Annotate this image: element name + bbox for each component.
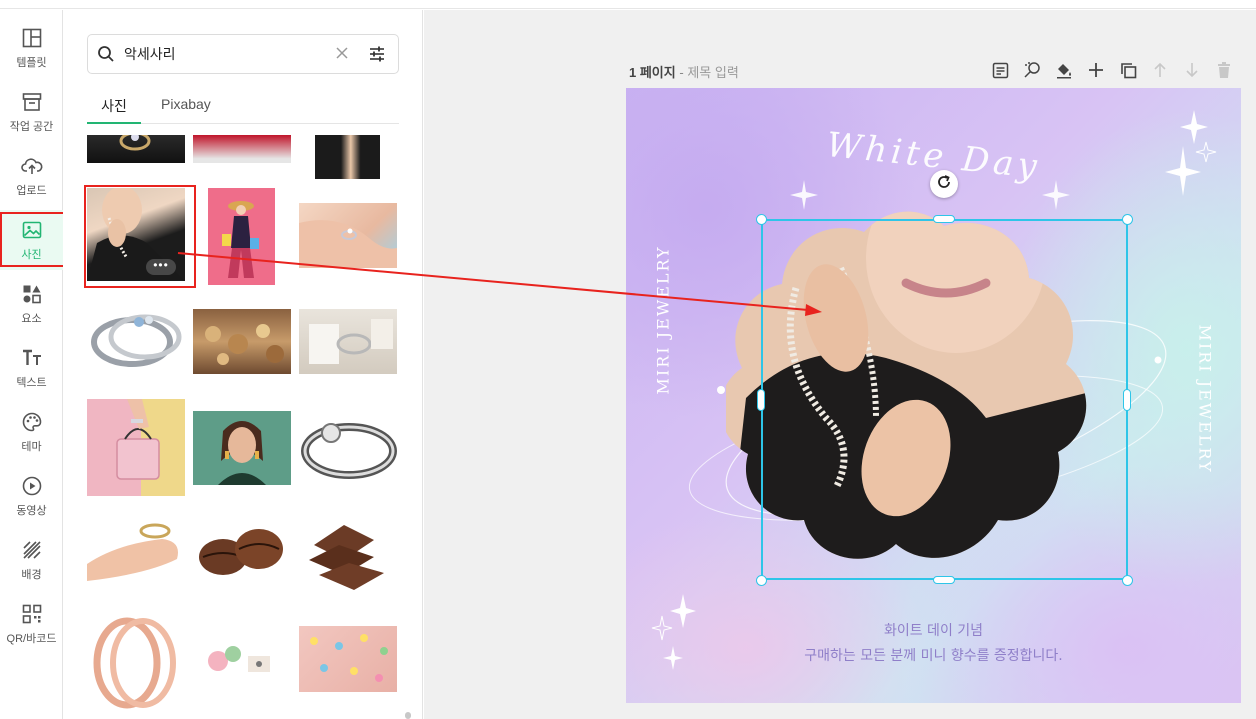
rail-item-video[interactable]: 동영상 — [0, 466, 63, 526]
photo-thumbnail[interactable] — [87, 302, 185, 380]
resize-handle-bottom-right[interactable] — [1122, 575, 1133, 586]
page-header: 1 페이지 - 제목 입력 — [629, 62, 739, 81]
search-bar — [87, 34, 399, 74]
resize-handle-top-left[interactable] — [756, 214, 767, 225]
rail-label: QR/바코드 — [6, 632, 57, 645]
rail-item-theme[interactable]: 테마 — [0, 402, 63, 462]
rail-label: 요소 — [21, 312, 42, 325]
rotate-handle[interactable] — [930, 170, 958, 198]
tab-photo[interactable]: 사진 — [87, 96, 141, 124]
rail-label: 작업 공간 — [9, 120, 54, 133]
duplicate-icon[interactable] — [1118, 60, 1138, 80]
photo-thumbnail[interactable] — [193, 626, 291, 692]
resize-handle-right[interactable] — [1123, 389, 1131, 411]
top-bar — [0, 0, 1256, 9]
rail-item-qr[interactable]: QR/바코드 — [0, 594, 63, 654]
photo-thumbnail[interactable] — [87, 519, 185, 584]
rail-label: 텍스트 — [16, 376, 47, 389]
photo-icon — [21, 219, 43, 241]
photo-thumbnail[interactable] — [87, 608, 185, 709]
resize-handle-top-right[interactable] — [1122, 214, 1133, 225]
workspace-icon — [21, 91, 43, 113]
page-title-separator: - — [679, 65, 684, 80]
photo-thumbnail[interactable] — [208, 188, 275, 285]
rotate-icon — [936, 174, 952, 195]
photo-thumbnail[interactable] — [193, 309, 291, 374]
palette-icon — [21, 411, 43, 433]
video-icon — [21, 475, 43, 497]
rail-label: 템플릿 — [16, 56, 47, 69]
rail-label: 동영상 — [16, 504, 47, 517]
move-up-icon[interactable] — [1150, 60, 1170, 80]
design-side-text-left[interactable]: MIRI JEWELRY — [654, 245, 673, 394]
style-picker-icon[interactable] — [1022, 60, 1042, 80]
template-icon — [21, 27, 43, 49]
photo-thumbnail[interactable] — [193, 519, 291, 584]
filter-icon[interactable] — [368, 45, 386, 68]
page-title-input[interactable]: 제목 입력 — [687, 65, 738, 80]
resize-handle-bottom[interactable] — [933, 576, 955, 584]
photo-thumbnail[interactable] — [87, 399, 185, 496]
tab-pixabay[interactable]: Pixabay — [161, 96, 211, 124]
qr-icon — [21, 603, 43, 625]
photo-thumbnail[interactable] — [193, 411, 291, 485]
text-icon — [21, 347, 43, 369]
photo-thumbnail[interactable] — [299, 309, 397, 374]
design-side-text-right[interactable]: MIRI JEWELRY — [1196, 325, 1215, 474]
photo-thumbnail[interactable] — [315, 135, 380, 179]
notes-icon[interactable] — [990, 60, 1010, 80]
resize-handle-bottom-left[interactable] — [756, 575, 767, 586]
clear-icon[interactable] — [335, 46, 349, 65]
left-rail: 템플릿 작업 공간 업로드 사진 요소 텍스트 테마 동영상 배경 QR/바코드 — [0, 10, 63, 719]
panel-scrollbar[interactable] — [405, 712, 411, 719]
photo-thumbnail[interactable] — [87, 135, 185, 163]
rail-item-template[interactable]: 템플릿 — [0, 18, 63, 78]
photo-thumbnail[interactable] — [193, 135, 291, 163]
source-tabs: 사진 Pixabay — [87, 94, 399, 124]
page-number: 1 페이지 — [629, 65, 676, 80]
fill-bucket-icon[interactable] — [1054, 60, 1074, 80]
elements-icon — [21, 283, 43, 305]
rail-label: 업로드 — [16, 184, 47, 197]
rail-label: 배경 — [21, 568, 42, 581]
resize-handle-left[interactable] — [757, 389, 765, 411]
add-page-icon[interactable] — [1086, 60, 1106, 80]
rail-item-photo[interactable]: 사진 — [0, 210, 63, 270]
upload-icon — [20, 155, 43, 177]
photo-thumbnail[interactable] — [299, 515, 397, 595]
search-icon — [97, 45, 115, 68]
rail-item-elements[interactable]: 요소 — [0, 274, 63, 334]
photo-thumbnail[interactable] — [299, 411, 397, 485]
rail-label: 테마 — [21, 440, 42, 453]
more-options-button[interactable]: ••• — [146, 259, 176, 275]
search-input[interactable] — [124, 44, 324, 64]
rail-item-text[interactable]: 텍스트 — [0, 338, 63, 398]
rail-item-upload[interactable]: 업로드 — [0, 146, 63, 206]
design-caption-line2[interactable]: 구매하는 모든 분께 미니 향수를 증정합니다. — [626, 645, 1241, 665]
photo-thumbnail[interactable] — [299, 626, 397, 692]
photo-thumbnail[interactable] — [299, 203, 397, 268]
design-caption-line1[interactable]: 화이트 데이 기념 — [626, 620, 1241, 640]
background-icon — [21, 539, 43, 561]
resize-handle-top[interactable] — [933, 215, 955, 223]
move-down-icon[interactable] — [1182, 60, 1202, 80]
rail-item-background[interactable]: 배경 — [0, 530, 63, 590]
rail-label: 사진 — [21, 248, 42, 261]
rail-item-workspace[interactable]: 작업 공간 — [0, 82, 63, 142]
delete-icon[interactable] — [1214, 60, 1234, 80]
